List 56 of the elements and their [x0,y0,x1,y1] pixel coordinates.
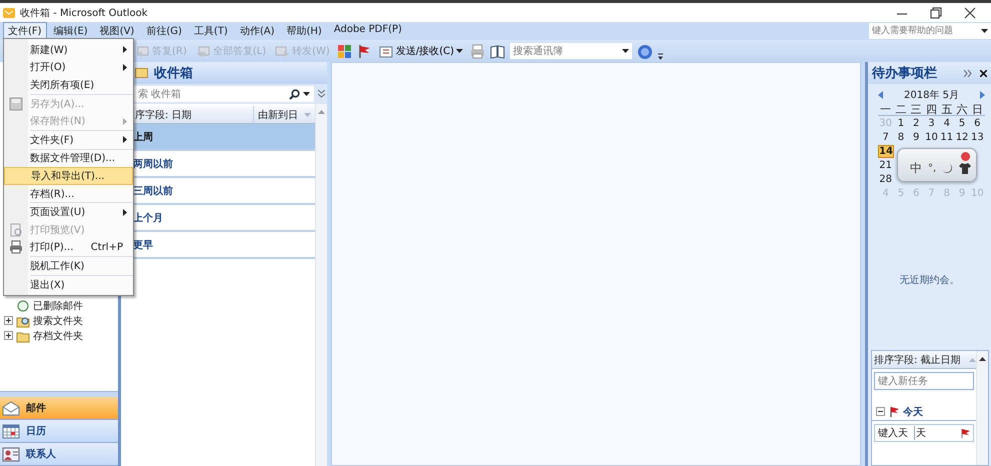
menu-item[interactable]: 视图(V) [94,22,140,40]
calendar-day[interactable]: 28 [878,174,894,184]
address-book-search-field[interactable]: 搜索通讯簿 [510,43,619,59]
calendar-day[interactable]: 9 [908,132,924,142]
folder-item[interactable]: 已删除邮件 [33,298,83,312]
column-header[interactable]: 序字段: 日期 [135,108,253,122]
navigation-button[interactable]: 日历 [0,420,118,443]
folder-item[interactable]: 存档文件夹 [33,328,83,342]
menu-item[interactable]: 新建(W) [4,41,133,59]
menu-item[interactable]: 动作(A) [234,22,280,40]
task-text: 天 [914,426,926,440]
folder-item[interactable]: 搜索文件夹 [33,314,83,328]
menu-item[interactable]: 工具(T) [188,22,233,40]
calendar-day[interactable]: 1 [893,118,909,128]
input-mode-text[interactable]: 中 [910,160,922,176]
weekday-label: 六 [956,102,969,117]
menu-item[interactable]: 前往(G) [141,22,187,40]
weekday-label: 三 [910,102,923,117]
menu-item[interactable]: 退出(X) [4,276,133,294]
window-title: 收件箱 - Microsoft Outlook [20,6,148,20]
calendar-day[interactable]: 5 [954,118,970,128]
weekday-label: 一 [879,102,892,117]
menu-item[interactable]: 编辑(E) [48,22,93,40]
column-header[interactable]: 排序字段: 截止日期 [872,351,976,369]
calendar-day[interactable]: 11 [939,132,954,142]
calendar-day[interactable]: 7 [878,132,894,142]
calendar-day[interactable]: 21 [878,160,894,170]
weekday-label: 日 [970,102,984,117]
todo-bar-title: 待办事项栏 [872,65,937,82]
calendar-day[interactable]: 8 [893,132,909,142]
calendar-day[interactable]: 14 [878,144,894,158]
calendar-day[interactable]: 3 [924,118,940,128]
calendar-day[interactable]: 12 [954,132,970,142]
calendar-day[interactable]: 13 [970,132,985,142]
navigation-button[interactable]: 联系人 [0,443,118,466]
menu-item[interactable]: Adobe PDF(P) [328,22,407,40]
search-field[interactable]: 索 收件箱 [134,86,286,102]
calendar-day[interactable]: 2 [908,118,924,128]
weekday-label: 二 [894,102,908,117]
new-task-field[interactable]: 键入新任务 [874,372,974,390]
weekday-label: 四 [924,102,938,117]
calendar-day[interactable]: 4 [939,118,954,128]
task-text: 键入天 [878,426,908,440]
weekday-label: 五 [940,102,954,117]
help-search-field[interactable]: 键入需要帮助的问题 [869,23,978,39]
navigation-button[interactable]: 邮件 [0,397,118,420]
no-appointments-text: 无近期约会。 [900,274,960,287]
menu-item[interactable]: 导入和导出(T)... [4,167,133,185]
menu-item[interactable]: 帮助(H) [281,22,327,40]
menu-item[interactable]: 脱机工作(K) [4,257,133,275]
toolbar-button[interactable]: 发送/接收(C) [376,42,465,60]
task-group-label[interactable]: 今天 [903,404,923,418]
calendar-day[interactable]: 10 [924,132,940,142]
calendar-day[interactable]: 6 [970,118,985,128]
month-title: 2018年 5月 [904,89,959,102]
punctuation-mode-text[interactable]: °, [928,162,936,174]
